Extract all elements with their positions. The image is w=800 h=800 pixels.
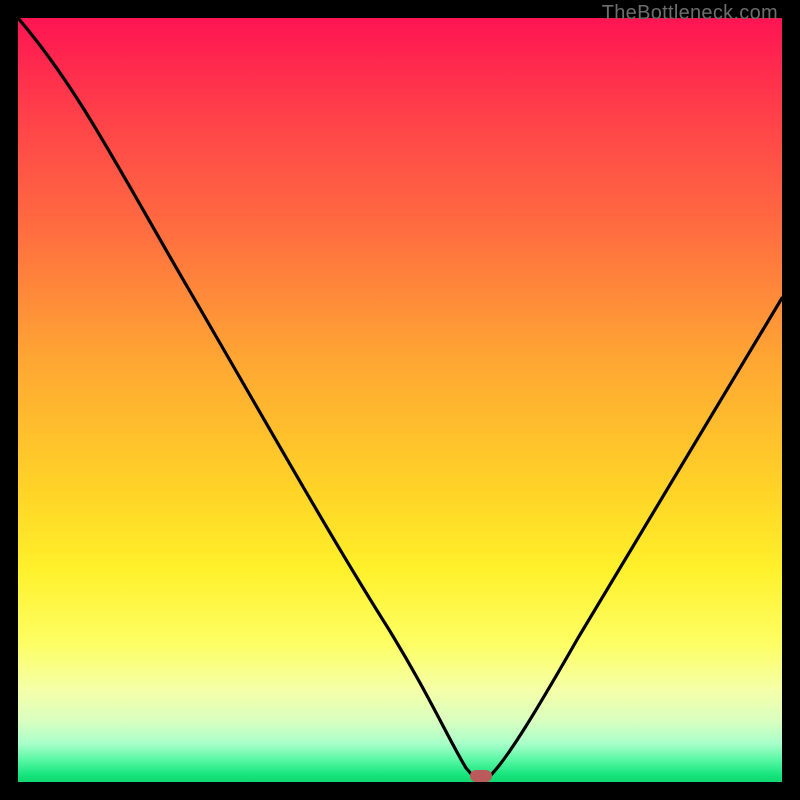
bottleneck-curve xyxy=(18,18,782,782)
optimal-point-marker xyxy=(470,770,492,782)
watermark-text: TheBottleneck.com xyxy=(602,2,778,25)
curve-path xyxy=(18,18,782,776)
gradient-plot-area xyxy=(18,18,782,782)
chart-frame: TheBottleneck.com xyxy=(0,0,800,800)
